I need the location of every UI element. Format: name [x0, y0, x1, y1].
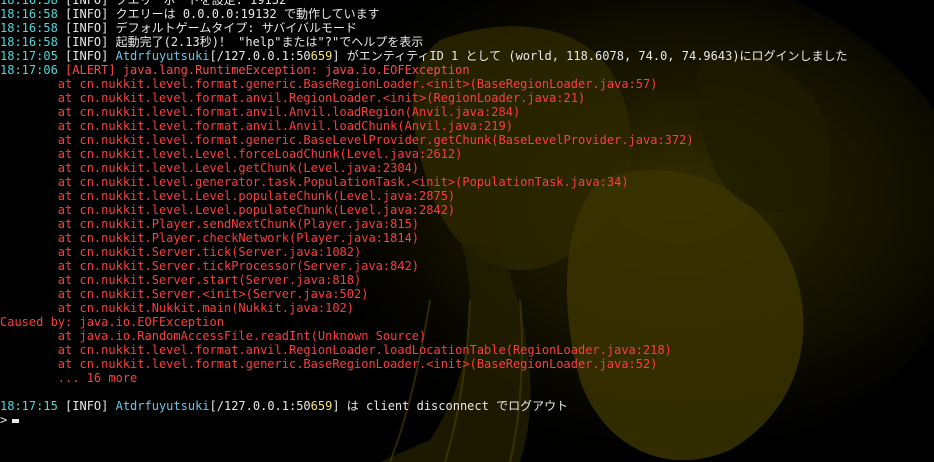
- console-line: 18:16:58 [INFO] クエリーポートを設定: 19132: [0, 0, 934, 7]
- console-line: at cn.nukkit.level.format.generic.BaseRe…: [0, 77, 934, 91]
- log-timestamp: 18:17:05: [0, 49, 58, 63]
- log-message: [INFO] クエリーポートを設定: 19132: [57, 0, 287, 7]
- terminal-console[interactable]: 18:16:58 [INFO] クエリーポートを設定: 19132 18:16:5…: [0, 0, 934, 462]
- player-port: 659: [310, 399, 333, 413]
- console-line: at cn.nukkit.level.Level.forceLoadChunk(…: [0, 147, 934, 161]
- stacktrace-line: at cn.nukkit.Server.start(Server.java:81…: [0, 273, 362, 287]
- console-line: at cn.nukkit.Server.tick(Server.java:108…: [0, 245, 934, 259]
- stacktrace-line: at cn.nukkit.Player.sendNextChunk(Player…: [0, 217, 420, 231]
- log-timestamp: 18:16:58: [0, 35, 58, 49]
- console-line: 18:16:58 [INFO] クエリーは 0.0.0.0:19132 で動作し…: [0, 7, 934, 21]
- log-message: ] は client disconnect でログアウト: [332, 399, 569, 413]
- stacktrace-line: at cn.nukkit.level.Level.forceLoadChunk(…: [0, 147, 463, 161]
- console-line: at cn.nukkit.level.Level.populateChunk(L…: [0, 189, 934, 203]
- player-address: [/127.0.0.1:50: [209, 49, 311, 63]
- console-line: ... 16 more: [0, 371, 934, 385]
- console-line: at cn.nukkit.Player.checkNetwork(Player.…: [0, 231, 934, 245]
- stacktrace-line: at cn.nukkit.Server.tick(Server.java:108…: [0, 245, 362, 259]
- console-line: at cn.nukkit.Server.start(Server.java:81…: [0, 273, 934, 287]
- console-line: 18:17:15 [INFO] Atdrfuyutsuki[/127.0.0.1…: [0, 399, 934, 413]
- console-line: at cn.nukkit.level.format.anvil.Anvil.lo…: [0, 119, 934, 133]
- stacktrace-line: at cn.nukkit.level.Level.getChunk(Level.…: [0, 161, 420, 175]
- console-line: Caused by: java.io.EOFException: [0, 315, 934, 329]
- stacktrace-line: at cn.nukkit.level.format.anvil.Anvil.lo…: [0, 119, 513, 133]
- stacktrace-line: at cn.nukkit.level.generator.task.Popula…: [0, 175, 629, 189]
- log-timestamp: 18:17:15: [0, 399, 58, 413]
- console-line: at cn.nukkit.Server.<init>(Server.java:5…: [0, 287, 934, 301]
- log-timestamp: 18:16:58: [0, 21, 58, 35]
- log-timestamp: 18:16:58: [0, 0, 58, 7]
- console-line: at cn.nukkit.Player.sendNextChunk(Player…: [0, 217, 934, 231]
- player-name: Atdrfuyutsuki: [115, 399, 210, 413]
- command-prompt-line[interactable]: >: [0, 413, 934, 427]
- stacktrace-line: Caused by: java.io.EOFException: [0, 315, 224, 329]
- prompt-symbol: >: [0, 413, 8, 427]
- stacktrace-line: at cn.nukkit.Server.tickProcessor(Server…: [0, 259, 420, 273]
- player-port: 659: [310, 49, 333, 63]
- player-name: Atdrfuyutsuki: [115, 49, 210, 63]
- log-timestamp: 18:17:06: [0, 63, 58, 77]
- console-line: at cn.nukkit.level.format.anvil.RegionLo…: [0, 91, 934, 105]
- console-line: at java.io.RandomAccessFile.readInt(Unkn…: [0, 329, 934, 343]
- stacktrace-line: at cn.nukkit.Nukkit.main(Nukkit.java:102…: [0, 301, 355, 315]
- stacktrace-line: at cn.nukkit.level.format.anvil.RegionLo…: [0, 91, 586, 105]
- console-line: 18:16:58 [INFO] デフォルトゲームタイプ: サバイバルモード: [0, 21, 934, 35]
- console-line: at cn.nukkit.level.Level.getChunk(Level.…: [0, 161, 934, 175]
- log-message: [INFO] デフォルトゲームタイプ: サバイバルモード: [57, 21, 357, 35]
- console-line: at cn.nukkit.level.format.anvil.RegionLo…: [0, 343, 934, 357]
- stacktrace-line: at cn.nukkit.level.format.generic.BaseRe…: [0, 357, 658, 371]
- stacktrace-line: at cn.nukkit.Player.checkNetwork(Player.…: [0, 231, 420, 245]
- log-message: ] がエンティティID 1 として (world, 118.6078, 74.0…: [332, 49, 848, 63]
- stacktrace-line: at cn.nukkit.level.format.generic.BaseRe…: [0, 77, 658, 91]
- console-line: at cn.nukkit.level.Level.populateChunk(L…: [0, 203, 934, 217]
- log-message: [INFO] クエリーは 0.0.0.0:19132 で動作しています: [57, 7, 380, 21]
- console-line: 18:17:05 [INFO] Atdrfuyutsuki[/127.0.0.1…: [0, 49, 934, 63]
- console-line: at cn.nukkit.level.format.generic.BaseRe…: [0, 357, 934, 371]
- console-line: at cn.nukkit.level.generator.task.Popula…: [0, 175, 934, 189]
- stacktrace-line: ... 16 more: [0, 371, 138, 385]
- log-message: [ALERT] java.lang.RuntimeException: java…: [57, 63, 470, 77]
- text-cursor: [12, 418, 20, 423]
- player-address: [/127.0.0.1:50: [209, 399, 311, 413]
- log-timestamp: 18:16:58: [0, 7, 58, 21]
- stacktrace-line: at cn.nukkit.Server.<init>(Server.java:5…: [0, 287, 369, 301]
- console-line: at cn.nukkit.Nukkit.main(Nukkit.java:102…: [0, 301, 934, 315]
- log-level: [INFO]: [57, 399, 116, 413]
- console-line: at cn.nukkit.Server.tickProcessor(Server…: [0, 259, 934, 273]
- stacktrace-line: at cn.nukkit.level.format.anvil.Anvil.lo…: [0, 105, 521, 119]
- log-level: [INFO]: [57, 49, 116, 63]
- console-line: at cn.nukkit.level.format.anvil.Anvil.lo…: [0, 105, 934, 119]
- stacktrace-line: at cn.nukkit.level.Level.populateChunk(L…: [0, 189, 456, 203]
- console-line: at cn.nukkit.level.format.generic.BaseLe…: [0, 133, 934, 147]
- stacktrace-line: at cn.nukkit.level.format.generic.BaseLe…: [0, 133, 694, 147]
- stacktrace-line: at cn.nukkit.level.format.anvil.RegionLo…: [0, 343, 672, 357]
- console-line: 18:17:06 [ALERT] java.lang.RuntimeExcept…: [0, 63, 934, 77]
- log-message: [INFO] 起動完了(2.13秒)！ "help"または"?"でヘルプを表示: [57, 35, 424, 49]
- console-line: 18:16:58 [INFO] 起動完了(2.13秒)！ "help"または"?…: [0, 35, 934, 49]
- stacktrace-line: at java.io.RandomAccessFile.readInt(Unkn…: [0, 329, 427, 343]
- stacktrace-line: at cn.nukkit.level.Level.populateChunk(L…: [0, 203, 456, 217]
